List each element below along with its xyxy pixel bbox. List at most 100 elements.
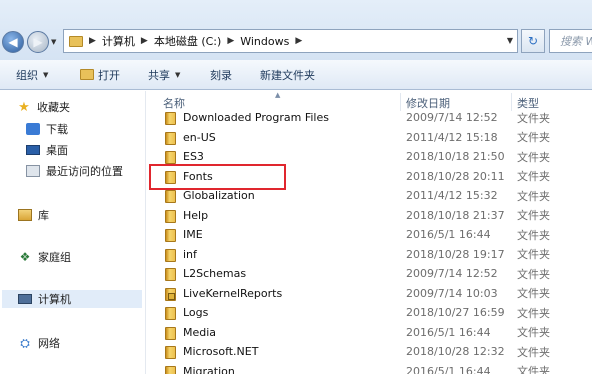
file-name: Microsoft.NET bbox=[183, 345, 259, 359]
folder-icon bbox=[165, 268, 176, 281]
share-label: 共享 bbox=[148, 68, 170, 82]
open-label: 打开 bbox=[98, 68, 120, 82]
open-folder-icon bbox=[80, 69, 94, 80]
open-button[interactable]: 打开 bbox=[80, 60, 120, 89]
nav-libraries[interactable]: 库 bbox=[18, 206, 49, 224]
search-input[interactable]: 搜索 Wi bbox=[549, 29, 592, 53]
file-date: 2016/5/1 16:44 bbox=[406, 364, 491, 374]
nav-favorites[interactable]: ★ 收藏夹 bbox=[17, 98, 70, 116]
nav-libraries-label: 库 bbox=[38, 209, 49, 222]
file-type: 文件夹 bbox=[517, 170, 550, 184]
sort-ascending-icon: ▲ bbox=[275, 91, 281, 99]
file-row[interactable]: Media 2016/5/1 16:44 文件夹 bbox=[146, 323, 592, 343]
fonts-highlight-box bbox=[149, 164, 286, 190]
breadcrumb-separator-icon[interactable]: ▶ bbox=[221, 36, 240, 46]
nav-network-label: 网络 bbox=[38, 337, 60, 350]
file-type: 文件夹 bbox=[517, 287, 550, 301]
breadcrumb-local-disk[interactable]: 本地磁盘 (C:) bbox=[154, 33, 221, 49]
file-date: 2018/10/18 21:50 bbox=[406, 150, 505, 164]
forward-button[interactable]: ▶ bbox=[27, 31, 49, 53]
folder-icon bbox=[165, 326, 176, 340]
file-row[interactable]: en-US 2011/4/12 15:18 文件夹 bbox=[146, 128, 592, 148]
back-button[interactable]: ◀ bbox=[2, 31, 24, 53]
address-box[interactable]: ▶ 计算机 ▶ 本地磁盘 (C:) ▶ Windows ▶ ▼ bbox=[63, 29, 518, 53]
nav-network[interactable]: ⛭ 网络 bbox=[18, 334, 60, 352]
file-type: 文件夹 bbox=[517, 306, 550, 320]
file-row[interactable]: Downloaded Program Files 2009/7/14 12:52 文… bbox=[146, 108, 592, 128]
file-name: Globalization bbox=[183, 189, 255, 203]
file-type: 文件夹 bbox=[517, 189, 550, 203]
folder-icon bbox=[69, 35, 83, 47]
file-row[interactable]: IME 2016/5/1 16:44 文件夹 bbox=[146, 225, 592, 245]
file-name: L2Schemas bbox=[183, 267, 247, 281]
breadcrumb-windows[interactable]: Windows bbox=[240, 35, 289, 48]
folder-icon bbox=[165, 248, 176, 262]
refresh-button[interactable]: ↻ bbox=[521, 29, 545, 53]
network-icon: ⛭ bbox=[20, 335, 30, 350]
file-row[interactable]: Microsoft.NET 2018/10/28 12:32 文件夹 bbox=[146, 342, 592, 362]
file-name: Downloaded Program Files bbox=[183, 111, 329, 125]
star-icon: ★ bbox=[18, 99, 30, 115]
file-name: IME bbox=[183, 228, 203, 242]
breadcrumb-separator-icon[interactable]: ▶ bbox=[83, 36, 102, 46]
file-row[interactable]: Migration 2016/5/1 16:44 文件夹 bbox=[146, 362, 592, 374]
share-button[interactable]: 共享 ▼ bbox=[148, 60, 180, 89]
file-date: 2018/10/28 20:11 bbox=[406, 169, 505, 183]
file-row[interactable]: L2Schemas 2009/7/14 12:52 文件夹 bbox=[146, 264, 592, 284]
folder-icon bbox=[165, 190, 176, 203]
address-bar-row: ◀ ▶ ▼ ▶ 计算机 ▶ 本地磁盘 (C:) ▶ Windows ▶ ▼ ↻ … bbox=[0, 0, 592, 60]
breadcrumb-separator-icon[interactable]: ▶ bbox=[289, 36, 308, 46]
address-dropdown-icon[interactable]: ▼ bbox=[507, 36, 513, 45]
burn-label: 刻录 bbox=[210, 68, 232, 82]
command-toolbar: 组织 ▼ 打开 共享 ▼ 刻录 新建文件夹 bbox=[0, 60, 592, 90]
organize-label: 组织 bbox=[16, 68, 38, 82]
file-name: Media bbox=[183, 325, 217, 339]
navigation-pane: ★ 收藏夹 下载 桌面 最近访问的位置 库 ❖ 家庭组 计算机 ⛭ 网络 bbox=[0, 91, 146, 374]
nav-recent[interactable]: 最近访问的位置 bbox=[26, 162, 123, 180]
file-type: 文件夹 bbox=[517, 111, 550, 125]
folder-icon bbox=[165, 209, 176, 223]
nav-desktop[interactable]: 桌面 bbox=[26, 141, 68, 159]
file-date: 2009/7/14 10:03 bbox=[406, 286, 498, 300]
file-name: en-US bbox=[183, 130, 216, 144]
file-name: Migration bbox=[183, 364, 235, 374]
file-type: 文件夹 bbox=[517, 209, 550, 223]
history-dropdown-icon[interactable]: ▼ bbox=[51, 38, 56, 46]
chevron-down-icon: ▼ bbox=[175, 70, 181, 79]
breadcrumb-separator-icon[interactable]: ▶ bbox=[135, 36, 154, 46]
computer-icon bbox=[18, 294, 32, 304]
breadcrumb-computer[interactable]: 计算机 bbox=[102, 33, 135, 49]
file-name: LiveKernelReports bbox=[183, 286, 283, 300]
file-row[interactable]: inf 2018/10/28 19:17 文件夹 bbox=[146, 245, 592, 265]
file-type: 文件夹 bbox=[517, 326, 550, 340]
homegroup-icon: ❖ bbox=[19, 250, 31, 264]
nav-downloads[interactable]: 下载 bbox=[26, 120, 68, 138]
folder-icon bbox=[165, 112, 176, 125]
file-date: 2009/7/14 12:52 bbox=[406, 111, 498, 125]
file-row[interactable]: LiveKernelReports 2009/7/14 10:03 文件夹 bbox=[146, 284, 592, 304]
desktop-icon bbox=[26, 145, 40, 155]
file-date: 2018/10/18 21:37 bbox=[406, 208, 505, 222]
folder-icon bbox=[165, 151, 176, 164]
file-type: 文件夹 bbox=[517, 131, 550, 145]
organize-button[interactable]: 组织 ▼ bbox=[16, 60, 48, 89]
file-date: 2009/7/14 12:52 bbox=[406, 267, 498, 281]
back-arrow-icon: ◀ bbox=[8, 35, 18, 49]
new-folder-label: 新建文件夹 bbox=[260, 68, 315, 82]
file-name: Help bbox=[183, 208, 209, 222]
nav-homegroup[interactable]: ❖ 家庭组 bbox=[18, 248, 71, 266]
file-type: 文件夹 bbox=[517, 365, 550, 374]
file-name: Logs bbox=[183, 306, 209, 320]
nav-computer[interactable]: 计算机 bbox=[2, 290, 142, 308]
nav-desktop-label: 桌面 bbox=[46, 144, 68, 157]
file-row[interactable]: Help 2018/10/18 21:37 文件夹 bbox=[146, 206, 592, 226]
burn-button[interactable]: 刻录 bbox=[210, 60, 232, 89]
nav-recent-label: 最近访问的位置 bbox=[46, 165, 123, 178]
nav-favorites-label: 收藏夹 bbox=[37, 101, 70, 114]
file-row[interactable]: Logs 2018/10/27 16:59 文件夹 bbox=[146, 303, 592, 323]
new-folder-button[interactable]: 新建文件夹 bbox=[260, 60, 315, 89]
folder-icon bbox=[165, 307, 176, 320]
file-date: 2011/4/12 15:18 bbox=[406, 130, 498, 144]
file-date: 2011/4/12 15:32 bbox=[406, 189, 498, 203]
nav-downloads-label: 下载 bbox=[46, 123, 68, 136]
